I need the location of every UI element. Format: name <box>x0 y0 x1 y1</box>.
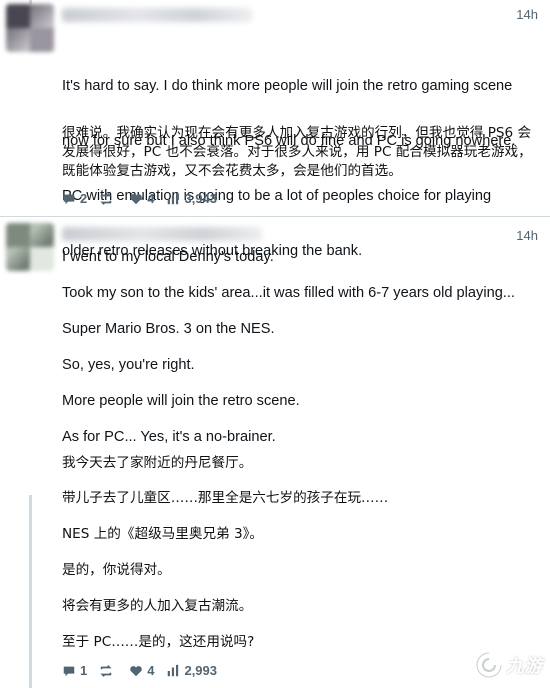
translation-line: 发展得很好，PC 也不会衰落。对于很多人来说，用 PC 配合模拟器玩老游戏， <box>62 144 532 160</box>
heart-icon <box>130 193 143 204</box>
speech-bubble-icon <box>63 194 75 204</box>
post-paragraph: So, yes, you're right. <box>62 357 195 373</box>
view-count: 3,943 <box>184 191 218 206</box>
author-name-blurred[interactable] <box>62 227 262 241</box>
bar-chart-icon <box>168 664 179 676</box>
translation-line: 很难说。我确实认为现在会有更多人加入复古游戏的行列，但我也觉得 PS6 会 <box>62 125 532 141</box>
timestamp[interactable]: 14h <box>516 228 538 243</box>
post-paragraph: As for PC... Yes, it's a no-brainer. <box>62 429 276 445</box>
post-text-line: It's hard to say. I do think more people… <box>62 77 513 94</box>
translation-paragraph: 将会有更多的人加入复古潮流。 <box>62 598 253 614</box>
thread-line <box>29 495 32 688</box>
reply-button[interactable]: 2 <box>62 191 87 206</box>
swirl-logo-icon <box>475 651 503 679</box>
reply-count: 1 <box>80 663 88 678</box>
view-count: 2,993 <box>184 663 218 678</box>
bar-chart-icon <box>168 192 179 204</box>
post-paragraph: More people will join the retro scene. <box>62 393 300 409</box>
reply-count: 2 <box>80 191 88 206</box>
like-button[interactable]: 4 <box>129 663 154 678</box>
translation-paragraph: 至于 PC……是的，这还用说吗? <box>62 634 255 650</box>
timestamp[interactable]: 14h <box>516 7 538 22</box>
views-button[interactable]: 2,993 <box>166 663 217 678</box>
avatar[interactable] <box>6 223 54 271</box>
post-paragraph: I went to my local Denny's today. <box>62 249 274 265</box>
author-name-blurred[interactable] <box>62 8 252 22</box>
post-paragraph: Super Mario Bros. 3 on the NES. <box>62 321 275 337</box>
post-paragraph: Took my son to the kids' area...it was f… <box>62 285 515 301</box>
repost-icon <box>100 664 112 677</box>
translation-paragraph: NES 上的《超级马里奥兄弟 3》。 <box>62 526 264 542</box>
watermark-logo: 九游 <box>474 650 542 680</box>
like-button[interactable]: 4 <box>129 191 154 206</box>
like-count: 4 <box>147 191 155 206</box>
repost-button[interactable] <box>99 192 117 206</box>
reply-button[interactable]: 1 <box>62 663 87 678</box>
translation-paragraph: 带儿子去了儿童区……那里全是六七岁的孩子在玩…… <box>62 490 389 506</box>
post-stats: 1 4 2,993 <box>62 663 229 678</box>
translation-paragraph: 是的，你说得对。 <box>62 562 171 578</box>
views-button[interactable]: 3,943 <box>166 191 217 206</box>
post-stats: 2 4 3,943 <box>62 191 229 206</box>
watermark-text: 九游 <box>506 656 542 677</box>
translation-text: 很难说。我确实认为现在会有更多人加入复古游戏的行列，但我也觉得 PS6 会 发展… <box>62 124 540 181</box>
avatar[interactable] <box>6 4 54 52</box>
post-2[interactable]: 14h I went to my local Denny's today. To… <box>0 217 550 688</box>
speech-bubble-icon <box>63 666 75 676</box>
heart-icon <box>130 665 143 676</box>
post-1[interactable]: 14h It's hard to say. I do think more pe… <box>0 0 550 259</box>
translation-line: 既能体验复古游戏，又不会花费太多，会是他们的首选。 <box>62 163 402 179</box>
repost-button[interactable] <box>99 664 117 678</box>
like-count: 4 <box>147 663 155 678</box>
translation-paragraph: 我今天去了家附近的丹尼餐厅。 <box>62 455 253 471</box>
repost-icon <box>100 192 112 205</box>
